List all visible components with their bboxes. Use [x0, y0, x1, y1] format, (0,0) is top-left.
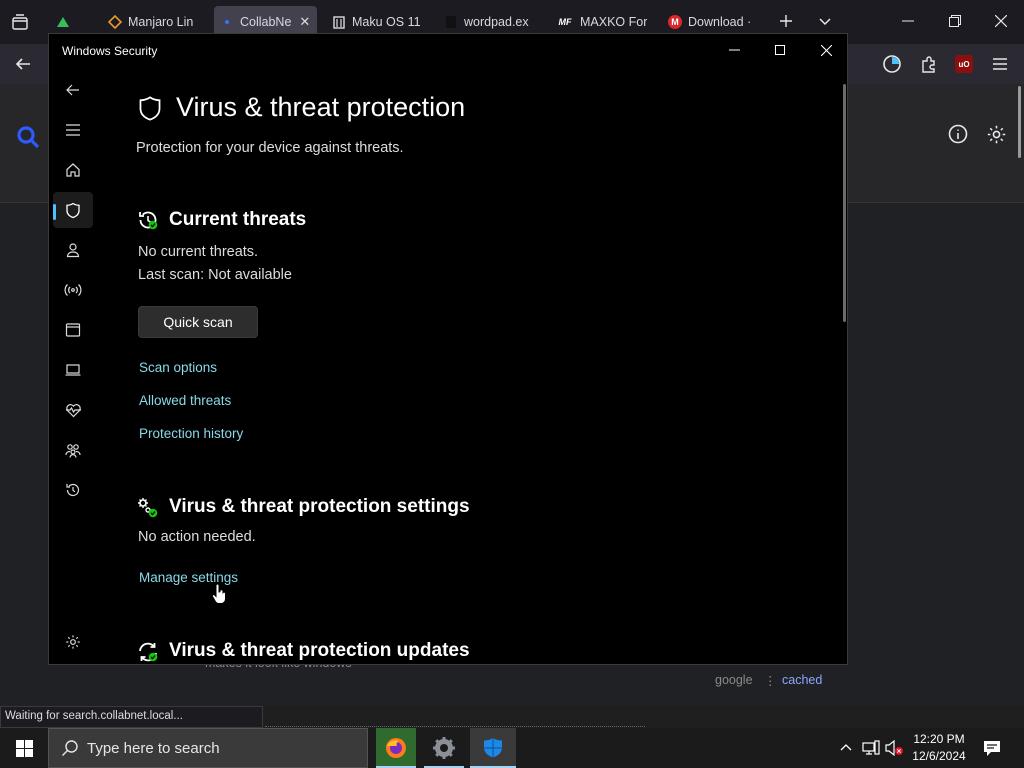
settings-gear-icon[interactable]	[53, 624, 93, 660]
last-scan-text: Last scan: Not available	[138, 267, 292, 283]
tray-chevron-up-icon[interactable]	[840, 742, 852, 752]
tab-label: Maku OS 11	[352, 15, 421, 29]
scan-options-link[interactable]: Scan options	[139, 360, 217, 375]
result-google-link[interactable]: google	[715, 673, 753, 687]
hand-cursor-icon	[211, 583, 227, 605]
restore-icon[interactable]	[949, 15, 961, 27]
mf-icon: MF	[558, 17, 572, 27]
settings-gear-icon	[432, 736, 456, 760]
protection-updates-heading: Virus & threat protection updates	[169, 640, 470, 661]
ws-close-button[interactable]	[803, 34, 847, 66]
network-icon[interactable]	[862, 740, 880, 756]
settings-status-text: No action needed.	[138, 529, 256, 545]
file-icon	[444, 15, 458, 29]
close-window-icon[interactable]	[995, 15, 1007, 27]
quick-scan-button[interactable]: Quick scan	[138, 306, 258, 338]
protection-history-link[interactable]: Protection history	[139, 426, 243, 441]
tab-label: Download ·	[688, 15, 752, 29]
building-icon	[332, 15, 346, 29]
result-cached-link[interactable]: cached	[782, 673, 822, 687]
new-tab-icon[interactable]	[778, 13, 794, 29]
menu-hamburger-icon[interactable]	[53, 112, 93, 148]
minimize-icon[interactable]	[902, 20, 914, 22]
protection-settings-heading: Virus & threat protection settings	[169, 496, 470, 517]
taskbar-search-box[interactable]: Type here to search	[48, 728, 368, 768]
settings-taskbar-button[interactable]	[424, 728, 464, 768]
allowed-threats-link[interactable]: Allowed threats	[139, 393, 231, 408]
extensions-puzzle-icon[interactable]	[920, 55, 938, 73]
settings-gears-icon	[137, 497, 159, 519]
clock-date: 12/6/2024	[912, 749, 966, 763]
back-arrow-icon[interactable]	[14, 55, 32, 73]
ws-maximize-button[interactable]	[757, 34, 803, 66]
threats-refresh-icon	[137, 209, 159, 231]
tab-overflow-chevron-icon[interactable]	[818, 15, 832, 29]
manjaro-icon	[56, 15, 70, 29]
back-arrow-icon[interactable]	[53, 72, 93, 108]
ublock-origin-icon[interactable]: uO	[955, 55, 973, 73]
threats-status-text: No current threats.	[138, 244, 259, 260]
search-logo-icon[interactable]	[16, 125, 40, 149]
collabnet-icon	[220, 15, 234, 29]
page-subtitle: Protection for your device against threa…	[136, 140, 404, 156]
close-icon[interactable]: ✕	[299, 14, 310, 30]
windows-security-taskbar-button[interactable]	[470, 728, 516, 768]
start-windows-logo-icon[interactable]	[4, 728, 44, 768]
clock-time: 12:20 PM	[913, 732, 965, 746]
tab-label: Manjaro Lin	[128, 15, 194, 29]
ublock-badge: uO	[955, 55, 973, 73]
shield-icon	[137, 95, 163, 122]
tab-list-icon[interactable]	[11, 13, 29, 31]
protection-history-icon[interactable]	[53, 472, 93, 508]
window-title: Windows Security	[62, 44, 158, 58]
notifications-icon[interactable]	[982, 738, 1002, 758]
vertical-scrollbar[interactable]	[843, 84, 846, 322]
shield-icon[interactable]	[53, 192, 93, 228]
info-icon[interactable]	[948, 124, 968, 144]
device-security-laptop-icon[interactable]	[53, 352, 93, 388]
app-browser-control-icon[interactable]	[53, 312, 93, 348]
pie-chart-extension-icon[interactable]	[882, 54, 902, 74]
account-person-icon[interactable]	[53, 232, 93, 268]
search-placeholder: Type here to search	[87, 739, 220, 757]
firewall-network-icon[interactable]	[53, 272, 93, 308]
tab-label: MAXKO For	[580, 15, 648, 29]
mega-icon: M	[668, 15, 682, 29]
selection-indicator	[53, 204, 56, 220]
updates-refresh-icon	[137, 641, 159, 663]
menu-hamburger-icon[interactable]	[992, 57, 1008, 71]
result-separator: ⋮	[764, 674, 777, 688]
result-url-line-behind	[265, 720, 645, 727]
settings-gear-icon[interactable]	[986, 124, 1007, 145]
family-options-icon[interactable]	[53, 432, 93, 468]
browser-status-bar: Waiting for search.collabnet.local...	[0, 706, 263, 728]
home-icon[interactable]	[53, 152, 93, 188]
taskbar-clock[interactable]: 12:20 PM 12/6/2024	[900, 731, 978, 765]
device-health-heart-icon[interactable]	[53, 392, 93, 428]
windows-taskbar: Type here to search 12:20 PM 12/6/2024	[0, 728, 1024, 768]
tab-label: CollabNe	[240, 15, 292, 29]
firefox-icon	[384, 736, 408, 760]
current-threats-heading: Current threats	[169, 209, 307, 230]
browser-scrollbar[interactable]	[1018, 86, 1021, 158]
tab-label: wordpad.ex	[464, 15, 529, 29]
windows-security-shield-icon	[481, 736, 505, 760]
diamond-icon	[108, 15, 122, 29]
search-icon	[61, 739, 79, 757]
firefox-taskbar-button[interactable]	[376, 728, 416, 768]
ws-minimize-button[interactable]	[711, 34, 757, 66]
page-title: Virus & threat protection	[176, 92, 466, 122]
windows-security-window: Windows Security Virus & threat protecti…	[48, 33, 848, 665]
